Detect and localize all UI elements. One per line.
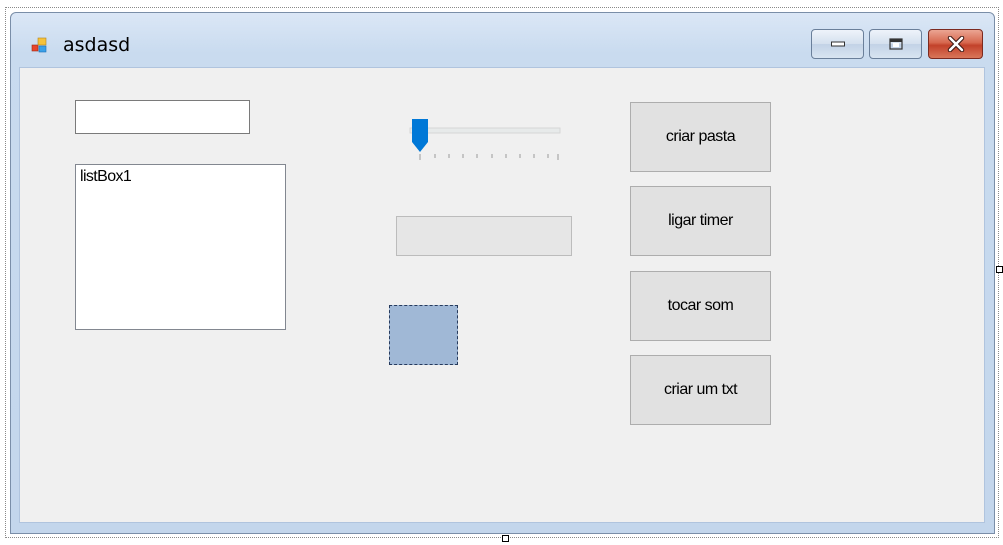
list-item[interactable]: listBox1 — [80, 168, 281, 186]
track-bar[interactable] — [392, 116, 568, 176]
resize-handle-right[interactable] — [996, 266, 1003, 273]
maximize-icon — [888, 38, 903, 50]
window-title: asdasd — [63, 34, 131, 56]
tocar-som-button[interactable]: tocar som — [630, 271, 771, 341]
picture-box[interactable] — [389, 305, 458, 365]
close-icon — [947, 36, 964, 52]
title-bar[interactable]: asdasd — [11, 13, 994, 65]
close-button[interactable] — [928, 29, 983, 59]
resize-handle-bottom[interactable] — [502, 535, 509, 542]
progress-bar — [396, 216, 572, 256]
ligar-timer-button[interactable]: ligar timer — [630, 186, 771, 256]
criar-pasta-button[interactable]: criar pasta — [630, 102, 771, 172]
list-box[interactable]: listBox1 — [75, 164, 286, 330]
minimize-icon — [830, 41, 845, 47]
maximize-button[interactable] — [869, 29, 922, 59]
track-bar-graphic — [409, 119, 561, 160]
minimize-button[interactable] — [811, 29, 864, 59]
criar-um-txt-button[interactable]: criar um txt — [630, 355, 771, 425]
text-input[interactable] — [75, 100, 250, 134]
form-client-area: listBox1 criar pasta ligar timer tocar s… — [19, 67, 985, 523]
form-window: asdasd listBox1 criar pasta ligar timer … — [10, 12, 995, 534]
track-bar-thumb — [412, 119, 428, 152]
form-app-icon — [31, 37, 47, 53]
